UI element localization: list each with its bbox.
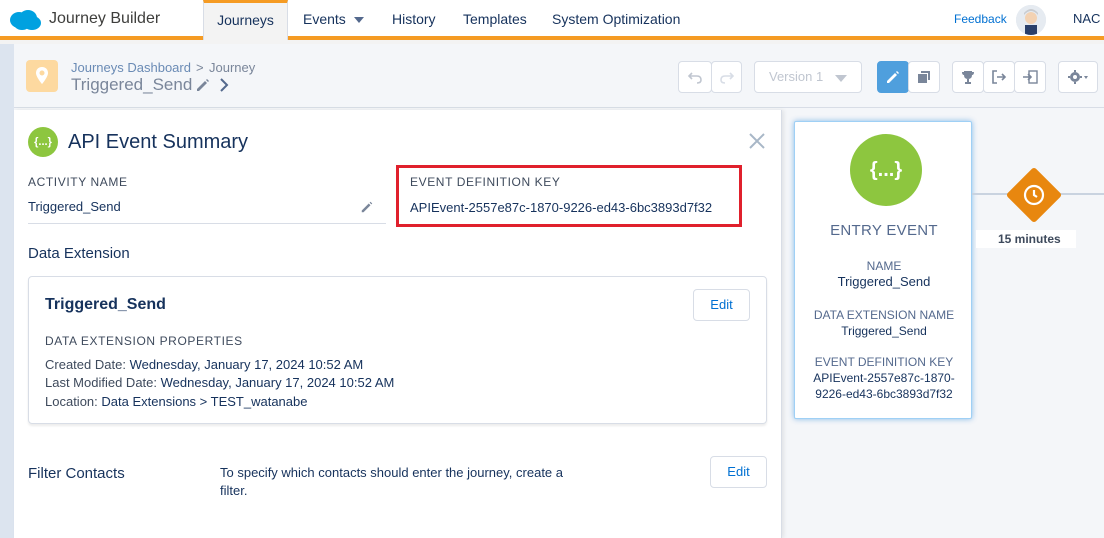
user-avatar-icon [1016, 5, 1046, 35]
data-extension-name: Triggered_Send [45, 296, 166, 313]
user-name[interactable]: NAC [1073, 11, 1100, 26]
tab-label: Templates [463, 11, 527, 27]
data-extension-heading: Data Extension [28, 245, 130, 262]
activity-name-label: ACTIVITY NAME [28, 175, 128, 189]
copy-button[interactable] [908, 61, 940, 93]
edit-mode-button[interactable] [877, 61, 909, 93]
created-date-row: Created Date: Wednesday, January 17, 202… [45, 357, 363, 372]
edit-data-extension-button[interactable]: Edit [693, 289, 750, 321]
created-date-label: Created Date: [45, 357, 126, 372]
version-select[interactable]: Version 1 [754, 61, 862, 93]
modified-date-label: Last Modified Date: [45, 375, 158, 390]
redo-icon [719, 72, 734, 84]
redo-button[interactable] [711, 61, 742, 93]
journey-header: Journeys Dashboard > Journey Triggered_S… [14, 44, 1104, 108]
tab-history[interactable]: History [377, 0, 451, 40]
entry-event-card[interactable]: {...} ENTRY EVENT NAME Triggered_Send DA… [794, 121, 972, 419]
activity-name-value[interactable]: Triggered_Send [28, 199, 121, 214]
goals-button[interactable] [952, 61, 984, 93]
chevron-down-icon [835, 75, 847, 82]
breadcrumb-journeys-dashboard[interactable]: Journeys Dashboard [71, 60, 191, 75]
salesforce-logo-icon[interactable] [8, 8, 42, 32]
export-button[interactable] [1014, 61, 1046, 93]
edit-filter-button[interactable]: Edit [710, 456, 767, 488]
event-definition-key-value: APIEvent-2557e87c-1870-9226-ed43-6bc3893… [410, 200, 713, 215]
exit-criteria-button[interactable] [983, 61, 1015, 93]
location-pin-icon [26, 60, 58, 92]
chevron-down-icon [353, 17, 364, 24]
entry-name-label: NAME [866, 259, 902, 273]
entry-de-value: Triggered_Send [841, 324, 927, 338]
breadcrumb-journey: Journey [209, 60, 256, 75]
api-event-icon: {...} [850, 134, 922, 206]
tab-system-optimization[interactable]: System Optimization [537, 0, 695, 40]
modified-date-value: Wednesday, January 17, 2024 10:52 AM [160, 375, 395, 390]
created-date-value: Wednesday, January 17, 2024 10:52 AM [129, 357, 364, 372]
location-value: Data Extensions > TEST_watanabe [101, 394, 308, 409]
chevron-right-icon[interactable] [218, 77, 230, 93]
export-icon [1023, 70, 1038, 84]
feedback-link[interactable]: Feedback [954, 12, 1007, 26]
settings-button[interactable] [1058, 61, 1098, 93]
tab-events[interactable]: Events [288, 0, 379, 40]
wait-duration-label: 15 minutes [976, 230, 1076, 248]
location-label: Location: [45, 394, 98, 409]
panel-title: API Event Summary [68, 131, 249, 153]
api-event-icon: {...} [28, 127, 58, 157]
pencil-icon[interactable] [360, 200, 374, 214]
copy-icon [918, 71, 930, 83]
version-label: Version 1 [769, 69, 824, 84]
avatar[interactable] [1016, 5, 1046, 35]
canvas-edge [0, 44, 14, 538]
event-definition-key-label: EVENT DEFINITION KEY [410, 175, 561, 189]
trophy-icon [962, 71, 974, 84]
undo-button[interactable] [678, 61, 712, 93]
modified-date-row: Last Modified Date: Wednesday, January 1… [45, 375, 394, 390]
entry-key-label: EVENT DEFINITION KEY [814, 355, 954, 369]
filter-contacts-heading: Filter Contacts [28, 465, 125, 482]
breadcrumb-separator: > [196, 60, 204, 75]
clock-icon [1023, 184, 1045, 206]
input-underline [28, 223, 386, 224]
api-event-summary-panel: {...} API Event Summary ACTIVITY NAME Tr… [14, 110, 782, 538]
app-name: Journey Builder [49, 10, 161, 27]
tab-label: Events [303, 11, 346, 27]
undo-icon [687, 72, 702, 84]
tab-label: Journeys [217, 12, 274, 28]
entry-de-label: DATA EXTENSION NAME [813, 308, 955, 322]
journey-title: Triggered_Send [71, 75, 193, 94]
tab-journeys[interactable]: Journeys [203, 0, 288, 40]
entry-event-title: ENTRY EVENT [830, 222, 938, 239]
pencil-icon[interactable] [195, 77, 211, 93]
tab-templates[interactable]: Templates [448, 0, 542, 40]
filter-contacts-description: To specify which contacts should enter t… [220, 465, 564, 498]
data-extension-properties-label: DATA EXTENSION PROPERTIES [45, 334, 243, 348]
exit-icon [992, 70, 1007, 84]
tab-label: History [392, 11, 436, 27]
close-icon[interactable] [748, 132, 766, 150]
pencil-icon [887, 71, 899, 83]
top-navigation: Journey Builder Journeys Events History … [0, 0, 1104, 40]
tab-label: System Optimization [552, 11, 681, 27]
data-extension-card: Triggered_Send Edit DATA EXTENSION PROPE… [28, 276, 767, 424]
gear-icon [1068, 70, 1088, 84]
entry-key-value: APIEvent-2557e87c-1870-9226-ed43-6bc3893… [813, 371, 955, 401]
entry-name-value: Triggered_Send [837, 274, 931, 289]
location-row: Location: Data Extensions > TEST_watanab… [45, 394, 307, 409]
